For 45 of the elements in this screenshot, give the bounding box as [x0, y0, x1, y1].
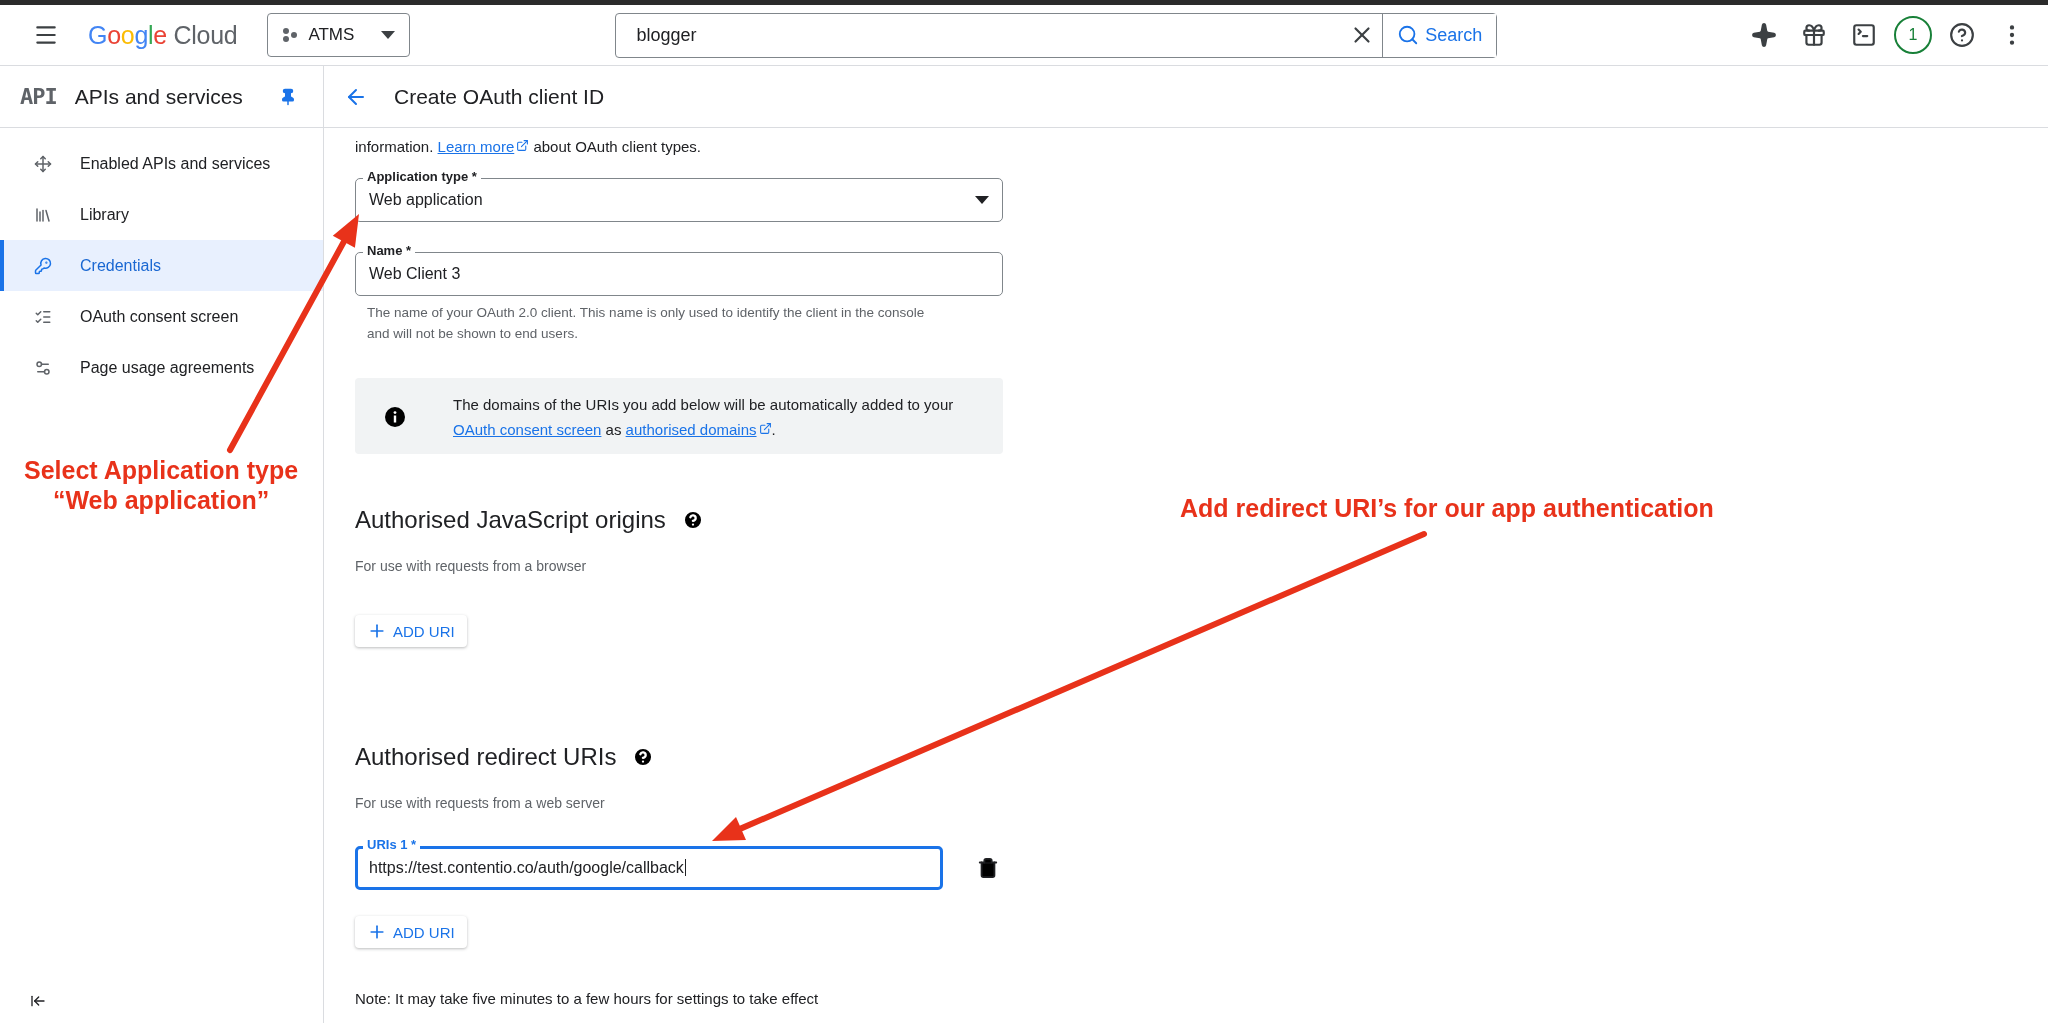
sidebar-title: APIs and services: [74, 84, 243, 109]
intro-text: information. Learn more about OAuth client types.: [355, 137, 703, 157]
caret-icon: [381, 31, 396, 39]
section-subtitle: For use with requests from a web server: [355, 794, 606, 813]
notification-count[interactable]: 1: [1894, 16, 1932, 54]
sidebar-item-icon: [34, 205, 52, 224]
consent-screen-link[interactable]: OAuth consent screen: [453, 421, 602, 438]
sidebar-item-icon: [34, 154, 52, 173]
sidebar-item-icon: [34, 256, 52, 275]
caret-icon: [975, 196, 989, 204]
info-icon: [385, 407, 405, 427]
annotation-text: Add redirect URI’s for our app authentication: [1180, 493, 1714, 523]
search-field[interactable]: blogger Search: [615, 12, 1498, 58]
note-text: Note: It may take five minutes to a few hours for settings to take effect: [355, 989, 820, 1009]
project-icon: [282, 27, 299, 43]
sidebar-item[interactable]: Credentials: [0, 240, 323, 291]
collapse-icon[interactable]: [30, 993, 46, 1009]
notice-text: The domains of the URIs you add below will be automatically added to your OAuth consent screen as authorised domains .: [453, 395, 955, 440]
project-picker[interactable]: ATMS: [267, 13, 411, 57]
helper-text: The name of your OAuth 2.0 client. This name is only used to identify the client in the console and will not be shown to end users.: [366, 304, 926, 343]
uri-field[interactable]: URIs 1 * https://test.contentio.co/auth/google/callback: [355, 836, 943, 890]
logo[interactable]: Google Cloud: [88, 20, 238, 50]
section-title: Authorised redirect URIs: [355, 743, 617, 771]
annotation-text: Select Application type “Web application”: [24, 455, 299, 515]
authorised-domains-link[interactable]: authorised domains: [625, 421, 772, 438]
search-button[interactable]: Search: [1382, 13, 1497, 57]
sidebar-item[interactable]: OAuth consent screen: [0, 291, 323, 342]
section-title: Authorised JavaScript origins: [355, 506, 666, 534]
api-label: API: [20, 84, 57, 109]
sidebar-item[interactable]: Library: [0, 189, 323, 240]
external-link-icon: [758, 422, 772, 435]
search-icon: [1397, 24, 1420, 46]
learn-more-link[interactable]: Learn more: [437, 138, 530, 155]
sidebar-item[interactable]: Page usage agreements: [0, 342, 323, 393]
sidebar-item-icon: [34, 358, 52, 377]
external-link-icon: [516, 139, 530, 152]
add-uri-button[interactable]: ADD URI: [355, 615, 467, 647]
delete-icon[interactable]: [977, 857, 999, 879]
sidebar-item[interactable]: Enabled APIs and services: [0, 138, 323, 189]
page-title: Create OAuth client ID: [394, 84, 605, 109]
add-uri-button[interactable]: ADD URI: [355, 916, 467, 948]
name-field[interactable]: Name * Web Client 3: [355, 242, 1003, 296]
pin-icon[interactable]: [279, 87, 297, 106]
section-subtitle: For use with requests from a browser: [355, 557, 588, 576]
application-type-dropdown[interactable]: Application type * Web application: [355, 168, 1003, 222]
